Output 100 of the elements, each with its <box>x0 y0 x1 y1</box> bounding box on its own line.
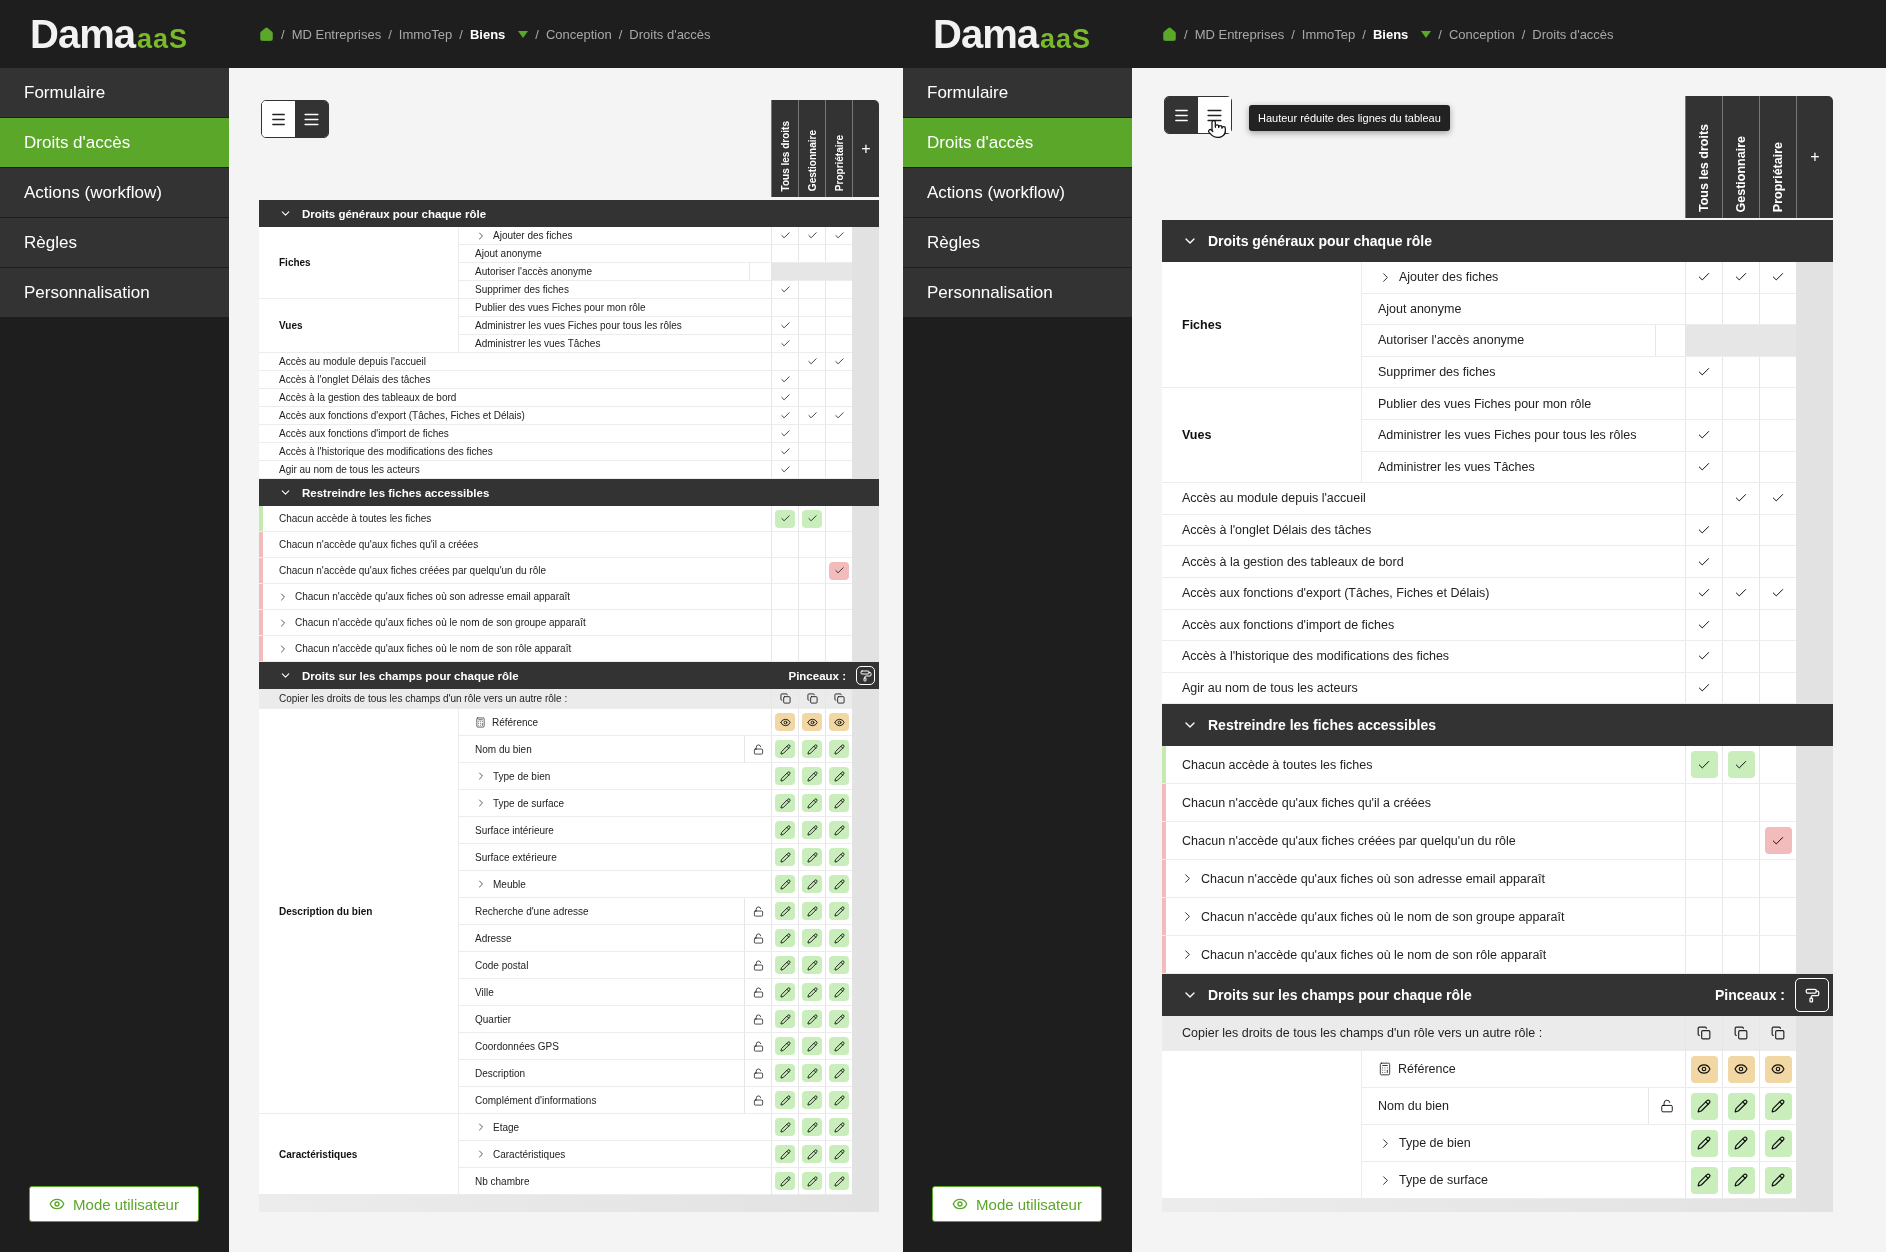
edit-toggle[interactable] <box>802 1037 822 1055</box>
edit-toggle[interactable] <box>775 1118 795 1136</box>
edit-toggle[interactable] <box>802 875 822 893</box>
edit-toggle[interactable] <box>829 821 849 839</box>
edit-toggle[interactable] <box>829 1037 849 1055</box>
breadcrumb-link[interactable]: ImmoTep <box>398 26 453 42</box>
copy-button[interactable] <box>833 693 845 704</box>
edit-toggle[interactable] <box>829 848 849 866</box>
edit-toggle[interactable] <box>829 875 849 893</box>
edit-toggle[interactable] <box>802 1064 822 1082</box>
edit-toggle[interactable] <box>829 983 849 1001</box>
edit-toggle[interactable] <box>802 902 822 920</box>
breadcrumb-link[interactable]: Conception <box>1448 26 1515 42</box>
section-header[interactable]: Droits généraux pour chaque rôle <box>259 200 879 227</box>
brush-button[interactable] <box>1795 978 1829 1013</box>
edit-toggle[interactable] <box>775 848 795 866</box>
copy-button[interactable] <box>1697 1026 1711 1041</box>
edit-toggle[interactable] <box>829 1172 849 1190</box>
unlock-icon[interactable] <box>752 1013 764 1025</box>
edit-toggle[interactable] <box>802 1010 822 1028</box>
nav-item[interactable]: Règles <box>0 218 229 268</box>
density-button[interactable] <box>295 101 328 137</box>
edit-toggle[interactable] <box>829 767 849 785</box>
edit-toggle[interactable] <box>829 902 849 920</box>
edit-toggle[interactable] <box>775 1010 795 1028</box>
view-toggle[interactable] <box>1764 1055 1792 1083</box>
copy-button[interactable] <box>1771 1026 1785 1041</box>
density-button[interactable] <box>1165 97 1198 133</box>
edit-toggle[interactable] <box>775 983 795 1001</box>
section-header[interactable]: Droits généraux pour chaque rôle <box>1162 220 1833 262</box>
edit-toggle[interactable] <box>775 902 795 920</box>
nav-item[interactable]: Formulaire <box>903 68 1132 118</box>
view-toggle[interactable] <box>829 713 849 731</box>
edit-toggle[interactable] <box>829 1091 849 1109</box>
breadcrumb-link[interactable]: Conception <box>545 26 612 42</box>
edit-toggle[interactable] <box>802 929 822 947</box>
view-toggle[interactable] <box>775 713 795 731</box>
edit-toggle[interactable] <box>1690 1166 1718 1194</box>
nav-item[interactable]: Formulaire <box>0 68 229 118</box>
copy-button[interactable] <box>779 693 791 704</box>
section-header[interactable]: Droits sur les champs pour chaque rôle Pinceaux : <box>1162 974 1833 1017</box>
section-header[interactable]: Restreindre les fiches accessibles <box>1162 704 1833 747</box>
edit-toggle[interactable] <box>829 1010 849 1028</box>
breadcrumb-link[interactable]: Droits d'accès <box>1532 26 1614 42</box>
edit-toggle[interactable] <box>1727 1166 1755 1194</box>
nav-item[interactable]: Actions (workflow) <box>903 168 1132 218</box>
add-role-button[interactable]: + <box>1796 96 1833 218</box>
breadcrumb-link[interactable]: MD Entreprises <box>1194 26 1285 42</box>
edit-toggle[interactable] <box>802 1091 822 1109</box>
nav-item[interactable]: Règles <box>903 218 1132 268</box>
unlock-icon[interactable] <box>752 743 764 755</box>
home-icon[interactable] <box>1162 26 1177 42</box>
edit-toggle[interactable] <box>775 794 795 812</box>
breadcrumb-link[interactable]: ImmoTep <box>1301 26 1356 42</box>
section-header[interactable]: Droits sur les champs pour chaque rôle Pinceaux : <box>259 662 879 689</box>
view-toggle[interactable] <box>1727 1055 1755 1083</box>
edit-toggle[interactable] <box>775 1037 795 1055</box>
density-button[interactable] <box>262 101 295 137</box>
edit-toggle[interactable] <box>829 1145 849 1163</box>
edit-toggle[interactable] <box>775 767 795 785</box>
unlock-icon[interactable] <box>752 959 764 971</box>
view-toggle[interactable] <box>1690 1055 1718 1083</box>
edit-toggle[interactable] <box>802 983 822 1001</box>
nav-item[interactable]: Actions (workflow) <box>0 168 229 218</box>
edit-toggle[interactable] <box>802 956 822 974</box>
section-header[interactable]: Restreindre les fiches accessibles <box>259 479 879 506</box>
unlock-icon[interactable] <box>752 1067 764 1079</box>
unlock-icon[interactable] <box>1660 1099 1674 1114</box>
edit-toggle[interactable] <box>802 767 822 785</box>
copy-button[interactable] <box>806 693 818 704</box>
home-icon[interactable] <box>259 26 274 42</box>
edit-toggle[interactable] <box>1764 1166 1792 1194</box>
brush-button[interactable] <box>856 666 875 685</box>
breadcrumb-link[interactable]: Droits d'accès <box>629 26 711 42</box>
unlock-icon[interactable] <box>752 1094 764 1106</box>
edit-toggle[interactable] <box>775 1064 795 1082</box>
edit-toggle[interactable] <box>775 1172 795 1190</box>
edit-toggle[interactable] <box>829 956 849 974</box>
edit-toggle[interactable] <box>802 1145 822 1163</box>
nav-item[interactable]: Personnalisation <box>0 268 229 318</box>
nav-item[interactable]: Personnalisation <box>903 268 1132 318</box>
unlock-icon[interactable] <box>752 932 764 944</box>
edit-toggle[interactable] <box>775 1145 795 1163</box>
edit-toggle[interactable] <box>1690 1092 1718 1120</box>
edit-toggle[interactable] <box>829 740 849 758</box>
breadcrumb-link[interactable]: MD Entreprises <box>291 26 382 42</box>
copy-button[interactable] <box>1734 1026 1748 1041</box>
edit-toggle[interactable] <box>1764 1092 1792 1120</box>
edit-toggle[interactable] <box>829 794 849 812</box>
edit-toggle[interactable] <box>802 794 822 812</box>
edit-toggle[interactable] <box>1727 1092 1755 1120</box>
edit-toggle[interactable] <box>829 1118 849 1136</box>
edit-toggle[interactable] <box>802 1118 822 1136</box>
caret-icon[interactable] <box>518 30 529 38</box>
edit-toggle[interactable] <box>802 848 822 866</box>
breadcrumb-link[interactable]: Biens <box>469 26 506 42</box>
breadcrumb-link[interactable]: Biens <box>1372 26 1409 42</box>
unlock-icon[interactable] <box>752 1040 764 1052</box>
edit-toggle[interactable] <box>829 929 849 947</box>
edit-toggle[interactable] <box>775 1091 795 1109</box>
